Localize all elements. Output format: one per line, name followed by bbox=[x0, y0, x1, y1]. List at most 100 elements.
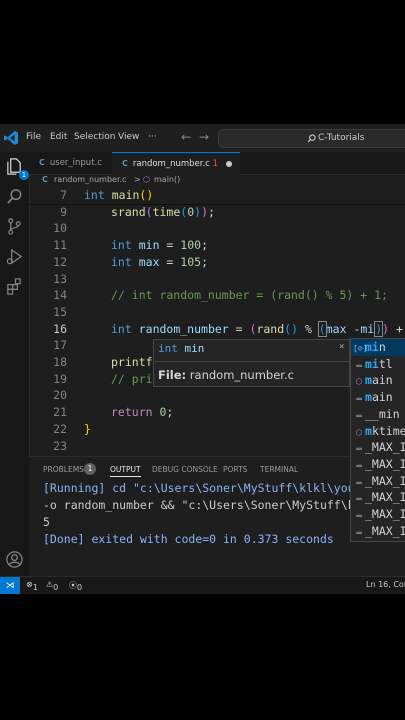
suggestion-item[interactable]: [⊘]min bbox=[351, 339, 405, 356]
line-number: 15 bbox=[53, 304, 67, 319]
extensions-icon bbox=[7, 278, 21, 295]
suggestion-item[interactable]: ▭ _MAX_I bbox=[351, 506, 405, 523]
editor-tabs: Cuser_input.c Crandom_number.c 1 bbox=[29, 152, 405, 175]
errors-status[interactable]: ⊗ 1 bbox=[26, 580, 38, 592]
menu-edit[interactable]: Edit bbox=[50, 132, 67, 142]
breadcrumb-file[interactable]: random_number.c bbox=[54, 175, 126, 184]
code-line-23[interactable]: } bbox=[84, 421, 91, 438]
suggestion-item[interactable]: ⬡ mktime bbox=[351, 423, 405, 440]
suggestion-match: mi bbox=[365, 356, 379, 371]
search-icon bbox=[307, 134, 316, 143]
code-line-14[interactable]: // int random_number = (rand() % 5) + 1; bbox=[111, 287, 388, 304]
line-number: 18 bbox=[53, 355, 67, 369]
cursor-position[interactable]: Ln 16, Col bbox=[366, 580, 405, 589]
suggestion-label: ain bbox=[371, 373, 393, 388]
suggestion-item[interactable]: ▭ _MAX_I bbox=[351, 439, 405, 456]
code-line-12[interactable]: int max = 105; bbox=[111, 254, 208, 271]
code-line-7[interactable]: int main() bbox=[84, 188, 153, 204]
suggestion-label: _MAX_I bbox=[365, 523, 405, 538]
nav-back-icon[interactable]: ← bbox=[181, 130, 191, 144]
hover-file: File: random_number.c bbox=[158, 368, 294, 382]
suggestion-item[interactable]: ▭ _MAX_I bbox=[351, 489, 405, 506]
suggestion-item[interactable]: ▭ _MAX_I bbox=[351, 473, 405, 490]
line-number: 17 bbox=[53, 338, 67, 353]
suggestion-label: _MAX_I bbox=[365, 440, 405, 455]
source-control-button[interactable] bbox=[5, 217, 24, 236]
suggestion-item[interactable]: ▭ _MAX_I bbox=[351, 523, 405, 540]
suggestion-item[interactable]: ⬡ main bbox=[351, 372, 405, 389]
tab-ports[interactable]: PORTS bbox=[223, 465, 247, 474]
line-number: 10 bbox=[53, 221, 67, 236]
vscode-logo-icon bbox=[4, 131, 18, 145]
line-number: 22 bbox=[53, 421, 67, 436]
remote-indicator-icon[interactable]: ⋊ bbox=[0, 577, 20, 594]
suggestion-match: mi bbox=[365, 340, 379, 354]
code-line-16[interactable]: int random_number = (rand() % (max -mi))… bbox=[111, 320, 405, 338]
line-number: 12 bbox=[53, 254, 67, 269]
line-number: 16 bbox=[53, 321, 67, 336]
tab-output[interactable]: OUTPUT bbox=[110, 465, 141, 477]
code-line-18[interactable]: printf bbox=[111, 354, 153, 371]
c-file-icon: C bbox=[42, 175, 48, 184]
tab-user-input[interactable]: Cuser_input.c bbox=[29, 152, 121, 174]
suggestion-label: __min bbox=[365, 406, 400, 421]
c-file-icon: C bbox=[122, 159, 128, 168]
warnings-status[interactable]: ⚠ 0 bbox=[46, 580, 58, 592]
suggestion-item[interactable]: ▭ main bbox=[351, 389, 405, 406]
line-number: 11 bbox=[53, 238, 67, 253]
ports-status[interactable]: ⦿ 0 bbox=[69, 580, 82, 592]
code-editor[interactable]: 7 9 10 11 12 13 14 15 16 17 18 19 20 21 22 23 int main(… bbox=[29, 188, 405, 456]
nav-forward-icon[interactable]: → bbox=[199, 130, 209, 144]
line-number: 20 bbox=[53, 388, 67, 403]
menu-file[interactable]: File bbox=[26, 132, 41, 142]
menu-view[interactable]: View bbox=[118, 132, 139, 142]
suggestion-label: n bbox=[378, 340, 386, 354]
explorer-button[interactable]: 1 bbox=[5, 157, 29, 180]
account-icon bbox=[6, 551, 23, 568]
suggestion-label: tl bbox=[378, 356, 393, 371]
title-bar: File Edit Selection View ··· ← → C-Tutor… bbox=[0, 124, 405, 153]
activity-bar: 1 bbox=[0, 152, 30, 594]
line-number: 21 bbox=[53, 405, 67, 420]
output-line: 5 bbox=[43, 515, 50, 529]
suggestion-label: ain bbox=[371, 390, 393, 405]
hover-divider bbox=[154, 361, 349, 362]
suggestion-label: _MAX_I bbox=[365, 490, 405, 505]
tab-random-number[interactable]: Crandom_number.c 1 bbox=[112, 152, 240, 175]
search-text: C-Tutorials bbox=[318, 133, 365, 143]
code-line-11[interactable]: int min = 100; bbox=[111, 237, 208, 254]
line-number: 23 bbox=[53, 438, 67, 453]
close-icon[interactable]: × bbox=[339, 342, 344, 352]
menu-more[interactable]: ··· bbox=[148, 132, 157, 142]
suggestion-label: _MAX_I bbox=[365, 473, 405, 488]
suggestion-label: _MAX_I bbox=[365, 507, 405, 521]
autocomplete-list: [⊘]min ▭ mitl ⬡ main ▭ main ▭ __min ⬡ mktime ▭ _MAX_… bbox=[350, 338, 405, 542]
output-line: -o random_number && "c:\Users\Soner\MySt… bbox=[43, 498, 362, 512]
suggestion-match: m bbox=[365, 373, 372, 388]
tab-debug-console[interactable]: DEBUG CONSOLE bbox=[152, 465, 218, 474]
suggestion-match: m bbox=[365, 390, 372, 405]
suggestion-item[interactable]: ▭ __min bbox=[351, 406, 405, 423]
sticky-scroll-divider bbox=[29, 204, 405, 205]
code-line-9[interactable]: srand(time(0)); bbox=[111, 204, 215, 221]
c-file-icon: C bbox=[39, 158, 45, 167]
search-view-button[interactable] bbox=[5, 187, 24, 206]
suggestion-item[interactable]: ▭ _MAX_I bbox=[351, 456, 405, 473]
tab-problems[interactable]: PROBLEMS bbox=[43, 465, 84, 474]
breadcrumb: C random_number.c > ⬡ main() bbox=[29, 174, 405, 188]
extensions-button[interactable] bbox=[5, 277, 24, 296]
unsaved-dot-icon[interactable] bbox=[226, 160, 232, 167]
command-center-search[interactable]: C-Tutorials bbox=[218, 129, 405, 148]
suggestion-item[interactable]: ▭ mitl bbox=[351, 356, 405, 373]
menu-selection[interactable]: Selection bbox=[74, 132, 115, 142]
line-number: 14 bbox=[53, 288, 67, 303]
run-debug-button[interactable] bbox=[5, 247, 24, 266]
line-number: 9 bbox=[60, 204, 67, 219]
breadcrumb-symbol[interactable]: main() bbox=[154, 175, 180, 184]
accounts-button[interactable] bbox=[5, 550, 24, 569]
tab-label: user_input.c bbox=[49, 158, 102, 168]
status-bar: ⋊ ⊗ 1 ⚠ 0 ⦿ 0 Ln 16, Col bbox=[0, 576, 405, 594]
tab-terminal[interactable]: TERMINAL bbox=[260, 465, 298, 474]
code-line-22[interactable]: return 0; bbox=[111, 404, 173, 421]
breadcrumb-separator: > bbox=[134, 175, 141, 184]
